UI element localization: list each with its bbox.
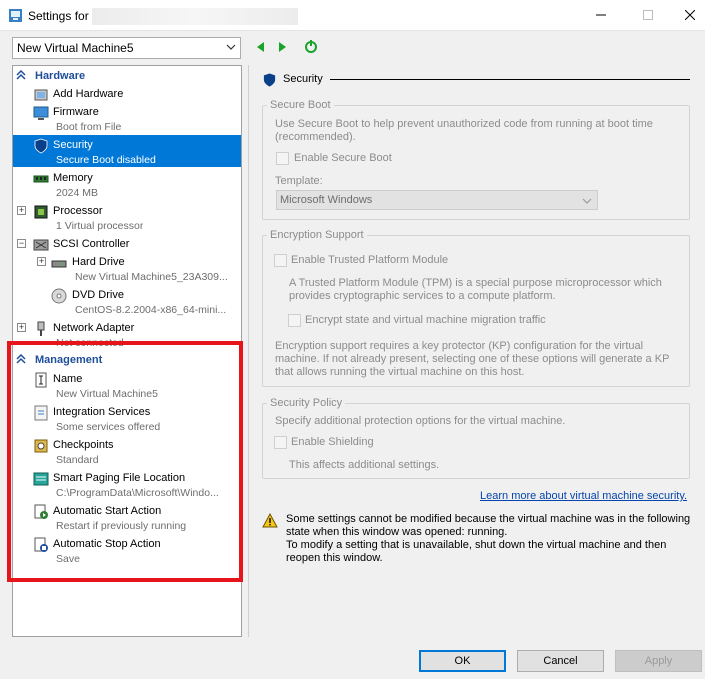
expand-toggle-processor[interactable]: + [17, 206, 26, 215]
name-text-icon [35, 372, 47, 388]
ok-button[interactable]: OK [419, 650, 506, 672]
add-hardware-icon [34, 89, 48, 101]
enable-secure-boot-label: Enable Secure Boot [294, 152, 392, 164]
warning-icon [262, 513, 278, 528]
enable-shielding-label: Enable Shielding [291, 436, 374, 448]
tree-item-smart-paging[interactable]: Smart Paging File Location C:\ProgramDat… [13, 468, 241, 500]
secure-boot-description: Use Secure Boot to help prevent unauthor… [275, 118, 653, 143]
encryption-support-legend: Encryption Support [267, 229, 367, 241]
shield-icon [34, 138, 48, 154]
tree-item-automatic-start-action[interactable]: Automatic Start Action Restart if previo… [13, 501, 241, 533]
section-divider [330, 79, 690, 80]
encrypt-state-checkbox[interactable] [288, 314, 301, 327]
window-title: Settings for [28, 9, 89, 23]
chevron-down-icon [226, 44, 236, 50]
chevron-down-icon [582, 198, 592, 204]
smart-paging-icon [33, 472, 49, 486]
integration-services-icon [34, 405, 48, 421]
learn-more-link[interactable]: Learn more about virtual machine securit… [480, 490, 687, 502]
processor-icon [34, 205, 48, 219]
collapse-chevron-icon [16, 354, 26, 364]
hyperv-settings-icon [9, 9, 22, 22]
security-policy-description: Specify additional protection options fo… [275, 415, 566, 427]
checkpoints-icon [34, 439, 48, 453]
tree-item-hard-drive[interactable]: + Hard Drive New Virtual Machine5_23A309… [13, 252, 241, 284]
scsi-controller-icon [33, 239, 49, 251]
tree-item-name[interactable]: Name New Virtual Machine5 [13, 369, 241, 401]
enable-tpm-label: Enable Trusted Platform Module [291, 254, 449, 266]
enable-shielding-checkbox[interactable] [274, 436, 287, 449]
management-section-header[interactable]: Management [13, 352, 241, 368]
title-bar: Settings for [0, 0, 705, 31]
enable-secure-boot-checkbox[interactable] [276, 152, 289, 165]
tree-item-firmware[interactable]: Firmware Boot from File [13, 102, 241, 134]
collapse-toggle-scsi[interactable]: − [17, 239, 26, 248]
security-policy-legend: Security Policy [267, 397, 346, 409]
enable-tpm-checkbox[interactable] [274, 254, 287, 267]
minimize-button[interactable] [578, 0, 624, 30]
tree-item-dvd-drive[interactable]: DVD Drive CentOS-8.2.2004-x86_64-mini... [13, 285, 241, 317]
tree-item-security[interactable]: Security Secure Boot disabled [13, 135, 241, 167]
expand-toggle-network[interactable]: + [17, 323, 26, 332]
dvd-disc-icon [51, 288, 67, 304]
vm-selector-value: New Virtual Machine5 [17, 41, 134, 55]
network-adapter-icon [37, 321, 45, 336]
security-section-title: Security [262, 72, 323, 91]
redacted-title-region [92, 8, 298, 25]
cancel-button[interactable]: Cancel [517, 650, 604, 672]
tree-item-memory[interactable]: Memory 2024 MB [13, 168, 241, 200]
firmware-icon [33, 106, 49, 120]
vm-selector-dropdown[interactable]: New Virtual Machine5 [12, 37, 241, 59]
refresh-icon[interactable] [304, 40, 318, 54]
expand-toggle-hard-drive[interactable]: + [37, 257, 46, 266]
apply-button[interactable]: Apply [615, 650, 702, 672]
hardware-header-label: Hardware [35, 70, 86, 82]
tree-item-integration-services[interactable]: Integration Services Some services offer… [13, 402, 241, 434]
close-icon [685, 10, 695, 20]
shield-icon [263, 73, 276, 87]
running-state-warning: Some settings cannot be modified because… [286, 513, 691, 564]
automatic-stop-icon [34, 537, 48, 552]
shielding-note: This affects additional settings. [289, 459, 440, 471]
secure-boot-legend: Secure Boot [267, 99, 334, 111]
key-protector-note: Encryption support requires a key protec… [275, 340, 670, 378]
tree-item-checkpoints[interactable]: Checkpoints Standard [13, 435, 241, 467]
tpm-description: A Trusted Platform Module (TPM) is a spe… [289, 277, 662, 302]
maximize-icon [643, 10, 653, 20]
template-dropdown-value: Microsoft Windows [280, 194, 373, 206]
forward-arrow-icon[interactable] [275, 40, 289, 54]
minimize-icon [596, 14, 606, 16]
tree-item-processor[interactable]: + Processor 1 Virtual processor [13, 201, 241, 233]
encrypt-state-label: Encrypt state and virtual machine migrat… [305, 314, 546, 326]
template-dropdown[interactable]: Microsoft Windows [276, 190, 598, 210]
maximize-button[interactable] [625, 0, 671, 30]
settings-tree: Hardware Add Hardware Firmware Boot from… [12, 65, 242, 637]
back-arrow-icon[interactable] [254, 40, 268, 54]
hard-drive-icon [51, 260, 67, 268]
tree-item-network-adapter[interactable]: + Network Adapter Not connected [13, 318, 241, 350]
hardware-section-header[interactable]: Hardware [13, 68, 241, 84]
memory-chip-icon [33, 175, 49, 183]
close-button[interactable] [667, 0, 705, 30]
automatic-start-icon [34, 504, 48, 519]
collapse-chevron-icon [16, 70, 26, 80]
management-header-label: Management [35, 354, 103, 366]
tree-item-automatic-stop-action[interactable]: Automatic Stop Action Save [13, 534, 241, 566]
template-label: Template: [275, 175, 323, 187]
